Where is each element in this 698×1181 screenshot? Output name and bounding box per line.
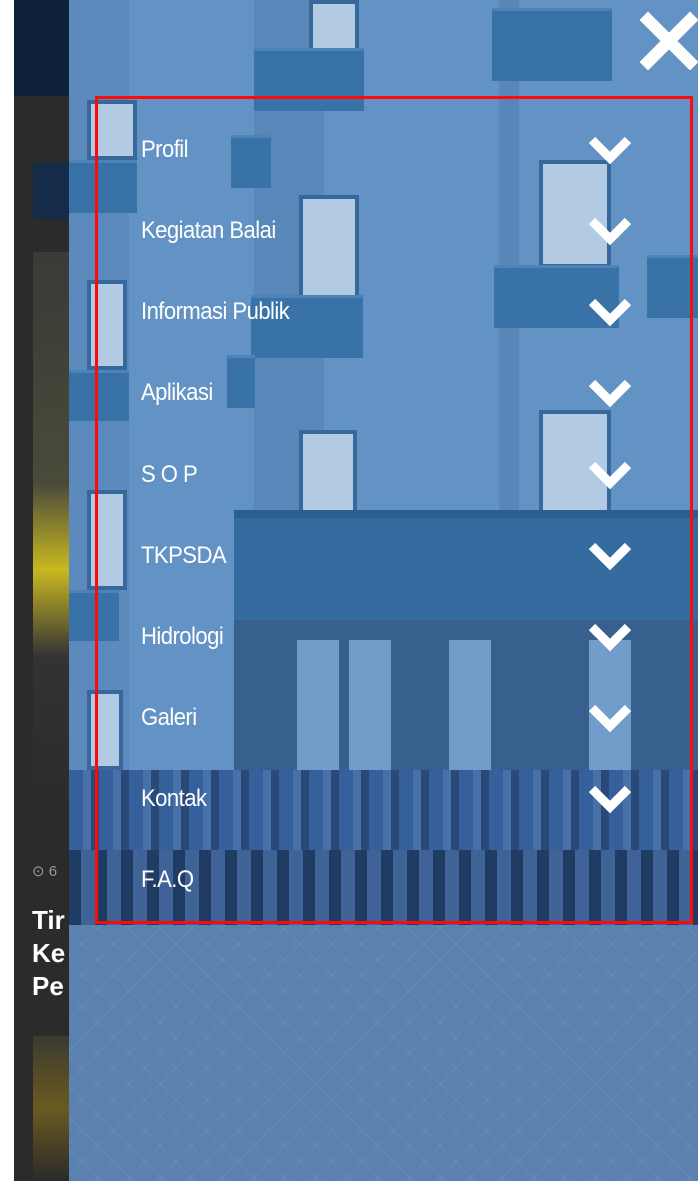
menu-item-label: Informasi Publik xyxy=(141,298,290,325)
menu-item-label: Hidrologi xyxy=(141,623,224,650)
news-card-title: Tir Ke Pe xyxy=(32,904,72,1003)
chevron-down-icon[interactable] xyxy=(587,540,633,572)
menu-item[interactable]: Kontak xyxy=(141,773,641,823)
menu-item-label: Galeri xyxy=(141,704,197,731)
menu-item-label: Kontak xyxy=(141,785,207,812)
menu-item[interactable]: F.A.Q xyxy=(141,854,641,904)
chevron-down-icon[interactable] xyxy=(587,783,633,815)
menu-item[interactable]: Informasi Publik xyxy=(141,286,641,336)
chevron-down-icon[interactable] xyxy=(587,134,633,166)
menu-item-label: TKPSDA xyxy=(141,542,227,569)
chevron-down-icon[interactable] xyxy=(587,296,633,328)
menu-item[interactable]: TKPSDA xyxy=(141,530,641,580)
menu-item[interactable]: Galeri xyxy=(141,692,641,742)
page-edge xyxy=(0,0,14,1181)
chevron-down-icon[interactable] xyxy=(587,702,633,734)
menu-item-label: S O P xyxy=(141,461,198,488)
close-button[interactable] xyxy=(639,10,698,71)
chevron-down-icon[interactable] xyxy=(587,459,633,491)
chevron-down-icon[interactable] xyxy=(587,621,633,653)
menu-item-label: Profil xyxy=(141,136,189,163)
chevron-down-icon[interactable] xyxy=(587,377,633,409)
menu-item-label: Kegiatan Balai xyxy=(141,217,276,244)
news-card-title-line: Pe xyxy=(32,971,64,1001)
menu-item[interactable]: Hidrologi xyxy=(141,611,641,661)
menu-item-label: F.A.Q xyxy=(141,866,194,893)
menu-item[interactable]: Profil xyxy=(141,124,641,174)
menu-item[interactable]: Kegiatan Balai xyxy=(141,205,641,255)
news-card-title-line: Ke xyxy=(32,938,66,968)
chevron-down-icon[interactable] xyxy=(587,215,633,247)
close-icon xyxy=(639,11,698,71)
page: ⊙ 6 Tir Ke Pe Profil Kegiatan Balai Info… xyxy=(0,0,698,1181)
menu-item[interactable]: Aplikasi xyxy=(141,367,641,417)
news-card-title-line: Tir xyxy=(32,905,65,935)
menu-item[interactable]: S O P xyxy=(141,449,641,499)
menu-item-label: Aplikasi xyxy=(141,379,213,406)
